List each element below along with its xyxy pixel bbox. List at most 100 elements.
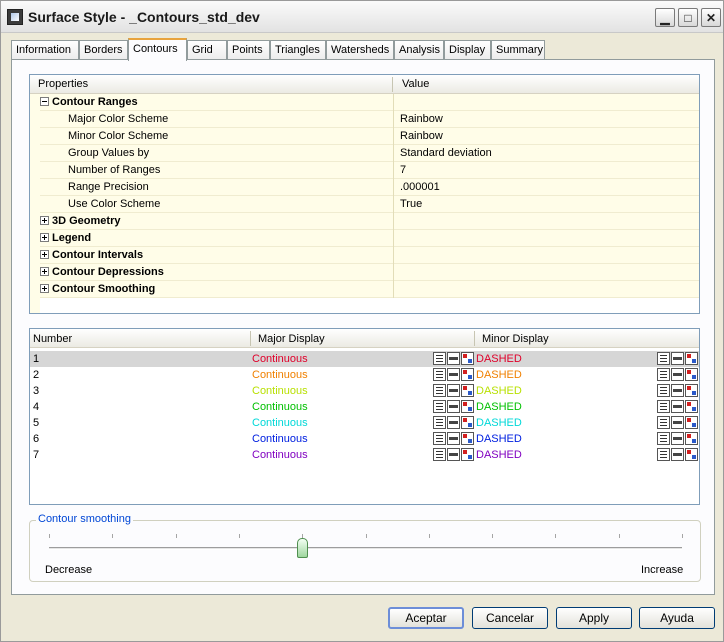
tab-analysis[interactable]: Analysis bbox=[394, 40, 444, 60]
tab-points[interactable]: Points bbox=[227, 40, 270, 60]
linetype-icon[interactable] bbox=[657, 432, 670, 445]
property-row-major-color-scheme[interactable]: Major Color Scheme Rainbow bbox=[40, 111, 699, 128]
expand-icon[interactable] bbox=[40, 216, 49, 225]
tab-triangles[interactable]: Triangles bbox=[270, 40, 326, 60]
value-column-header[interactable]: Value bbox=[402, 78, 429, 90]
expand-icon[interactable] bbox=[40, 233, 49, 242]
list-item[interactable]: 2 Continuous DASHED bbox=[30, 367, 699, 383]
list-item[interactable]: 5 Continuous DASHED bbox=[30, 415, 699, 431]
layer-icon[interactable] bbox=[671, 448, 684, 461]
category-contour-intervals[interactable]: Contour Intervals bbox=[40, 247, 699, 264]
layer-icon[interactable] bbox=[447, 400, 460, 413]
property-value[interactable]: 7 bbox=[400, 164, 406, 176]
minor-display-linetype[interactable]: DASHED bbox=[476, 353, 522, 365]
layer-icon[interactable] bbox=[447, 384, 460, 397]
color-icon[interactable] bbox=[685, 432, 698, 445]
list-item[interactable]: 1 Continuous DASHED bbox=[30, 351, 699, 367]
column-divider[interactable] bbox=[474, 331, 475, 346]
color-icon[interactable] bbox=[461, 400, 474, 413]
layer-icon[interactable] bbox=[671, 400, 684, 413]
color-icon[interactable] bbox=[685, 352, 698, 365]
list-item[interactable]: 4 Continuous DASHED bbox=[30, 399, 699, 415]
property-value[interactable]: Standard deviation bbox=[400, 147, 492, 159]
property-grid[interactable]: Properties Value Contour Ranges Major Co… bbox=[29, 74, 700, 314]
category-contour-smoothing[interactable]: Contour Smoothing bbox=[40, 281, 699, 298]
linetype-icon[interactable] bbox=[433, 400, 446, 413]
property-value[interactable]: .000001 bbox=[400, 181, 440, 193]
color-icon[interactable] bbox=[461, 432, 474, 445]
layer-icon[interactable] bbox=[671, 352, 684, 365]
color-icon[interactable] bbox=[461, 368, 474, 381]
list-item[interactable]: 6 Continuous DASHED bbox=[30, 431, 699, 447]
major-display-linetype[interactable]: Continuous bbox=[252, 369, 308, 381]
minor-display-linetype[interactable]: DASHED bbox=[476, 433, 522, 445]
expand-icon[interactable] bbox=[40, 267, 49, 276]
tab-summary[interactable]: Summary bbox=[491, 40, 545, 60]
color-icon[interactable] bbox=[685, 368, 698, 381]
minor-display-linetype[interactable]: DASHED bbox=[476, 449, 522, 461]
layer-icon[interactable] bbox=[447, 416, 460, 429]
layer-icon[interactable] bbox=[447, 432, 460, 445]
column-divider[interactable] bbox=[250, 331, 251, 346]
color-icon[interactable] bbox=[461, 416, 474, 429]
list-item[interactable]: 7 Continuous DASHED bbox=[30, 447, 699, 463]
color-icon[interactable] bbox=[685, 400, 698, 413]
property-row-use-color-scheme[interactable]: Use Color Scheme True bbox=[40, 196, 699, 213]
category-contour-ranges[interactable]: Contour Ranges bbox=[40, 94, 699, 111]
property-value[interactable]: Rainbow bbox=[400, 113, 443, 125]
property-value[interactable]: Rainbow bbox=[400, 130, 443, 142]
column-divider[interactable] bbox=[392, 77, 393, 92]
apply-button[interactable]: Apply bbox=[556, 607, 632, 629]
number-column-header[interactable]: Number bbox=[33, 333, 72, 345]
linetype-icon[interactable] bbox=[657, 368, 670, 381]
tab-borders[interactable]: Borders bbox=[79, 40, 128, 60]
minor-display-linetype[interactable]: DASHED bbox=[476, 417, 522, 429]
linetype-icon[interactable] bbox=[433, 384, 446, 397]
layer-icon[interactable] bbox=[447, 368, 460, 381]
property-row-group-values-by[interactable]: Group Values by Standard deviation bbox=[40, 145, 699, 162]
layer-icon[interactable] bbox=[671, 368, 684, 381]
tab-contours[interactable]: Contours bbox=[128, 38, 187, 61]
color-icon[interactable] bbox=[461, 384, 474, 397]
color-icon[interactable] bbox=[461, 448, 474, 461]
major-display-linetype[interactable]: Continuous bbox=[252, 401, 308, 413]
major-display-column-header[interactable]: Major Display bbox=[258, 333, 325, 345]
linetype-icon[interactable] bbox=[657, 448, 670, 461]
minor-display-linetype[interactable]: DASHED bbox=[476, 369, 522, 381]
color-icon[interactable] bbox=[685, 416, 698, 429]
title-bar[interactable]: Surface Style - _Contours_std_dev ▁ □ ✕ bbox=[1, 1, 723, 33]
cancel-button[interactable]: Cancelar bbox=[472, 607, 548, 629]
minor-display-linetype[interactable]: DASHED bbox=[476, 401, 522, 413]
tab-information[interactable]: Information bbox=[11, 40, 79, 60]
property-row-number-of-ranges[interactable]: Number of Ranges 7 bbox=[40, 162, 699, 179]
color-icon[interactable] bbox=[461, 352, 474, 365]
major-display-linetype[interactable]: Continuous bbox=[252, 385, 308, 397]
expand-icon[interactable] bbox=[40, 250, 49, 259]
color-icon[interactable] bbox=[685, 448, 698, 461]
minor-display-linetype[interactable]: DASHED bbox=[476, 385, 522, 397]
linetype-icon[interactable] bbox=[433, 368, 446, 381]
linetype-icon[interactable] bbox=[433, 432, 446, 445]
linetype-icon[interactable] bbox=[433, 448, 446, 461]
color-icon[interactable] bbox=[685, 384, 698, 397]
list-item[interactable]: 3 Continuous DASHED bbox=[30, 383, 699, 399]
properties-column-header[interactable]: Properties bbox=[38, 78, 88, 90]
minimize-button[interactable]: ▁ bbox=[655, 8, 675, 27]
category-3d-geometry[interactable]: 3D Geometry bbox=[40, 213, 699, 230]
linetype-icon[interactable] bbox=[657, 384, 670, 397]
tab-watersheds[interactable]: Watersheds bbox=[326, 40, 394, 60]
property-row-minor-color-scheme[interactable]: Minor Color Scheme Rainbow bbox=[40, 128, 699, 145]
layer-icon[interactable] bbox=[671, 432, 684, 445]
linetype-icon[interactable] bbox=[433, 416, 446, 429]
layer-icon[interactable] bbox=[671, 416, 684, 429]
linetype-icon[interactable] bbox=[433, 352, 446, 365]
property-row-range-precision[interactable]: Range Precision .000001 bbox=[40, 179, 699, 196]
property-value[interactable]: True bbox=[400, 198, 422, 210]
expand-icon[interactable] bbox=[40, 284, 49, 293]
major-display-linetype[interactable]: Continuous bbox=[252, 353, 308, 365]
help-button[interactable]: Ayuda bbox=[639, 607, 715, 629]
ok-button[interactable]: Aceptar bbox=[388, 607, 464, 629]
category-contour-depressions[interactable]: Contour Depressions bbox=[40, 264, 699, 281]
major-display-linetype[interactable]: Continuous bbox=[252, 433, 308, 445]
linetype-icon[interactable] bbox=[657, 400, 670, 413]
